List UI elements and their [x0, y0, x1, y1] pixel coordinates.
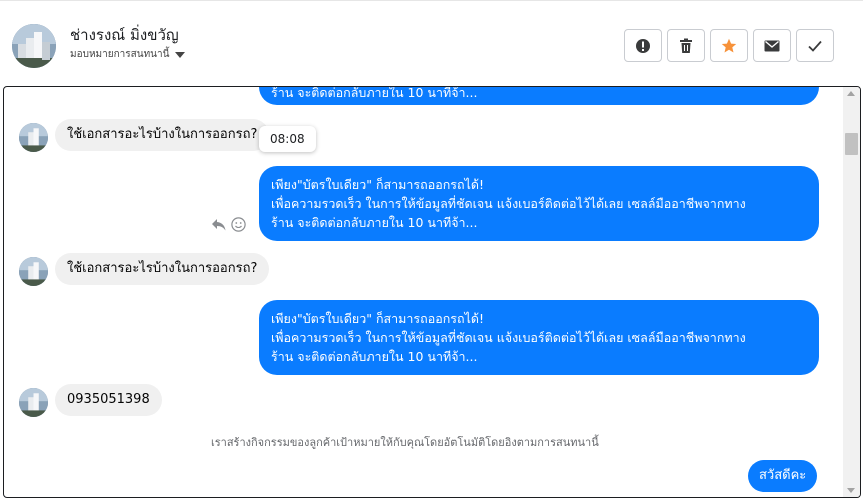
message-thread[interactable]: ร้าน จะติดต่อกลับภายใน 10 นาทีจ้า... ใช้… — [3, 86, 861, 498]
emoji-reaction-icon[interactable] — [231, 217, 246, 232]
inbox-conversation: ช่างรงณ์ มิ่งขวัญ มอบหมายการสนทนานี้ ร้า… — [0, 0, 867, 504]
mark-unread-button[interactable] — [753, 29, 791, 62]
contact-name: ช่างรงณ์ มิ่งขวัญ — [70, 26, 179, 44]
message-line: ร้าน จะติดต่อกลับภายใน 10 นาทีจ้า... — [271, 215, 478, 230]
message-line: ร้าน จะติดต่อกลับภายใน 10 นาทีจ้า... — [271, 86, 478, 100]
outgoing-message: เพียง"บัตรใบเดียว" ก็สามารถออกรถได้! เพื… — [259, 166, 819, 241]
mail-icon — [764, 40, 780, 51]
scroll-up-arrow-icon[interactable] — [847, 91, 855, 96]
message-line: เพื่อความรวดเร็ว ในการให้ข้อมูลที่ชัดเจน… — [271, 196, 746, 211]
contact-avatar-small — [19, 388, 48, 417]
scroll-thumb[interactable] — [845, 133, 858, 155]
outgoing-message: เพียง"บัตรใบเดียว" ก็สามารถออกรถได้! เพื… — [259, 300, 819, 375]
contact-avatar-small — [19, 123, 48, 152]
message-line: เพื่อความรวดเร็ว ในการให้ข้อมูลที่ชัดเจน… — [271, 330, 746, 345]
done-button[interactable] — [796, 29, 834, 62]
outgoing-message: สวัสดีคะ — [748, 460, 818, 492]
assign-conversation-dropdown[interactable]: มอบหมายการสนทนานี้ — [70, 47, 186, 62]
outgoing-message: ร้าน จะติดต่อกลับภายใน 10 นาทีจ้า... — [259, 86, 819, 105]
trash-icon — [680, 38, 692, 53]
check-icon — [808, 40, 822, 52]
message-line: ร้าน จะติดต่อกลับภายใน 10 นาทีจ้า... — [271, 349, 478, 364]
star-icon — [721, 38, 737, 52]
star-button[interactable] — [710, 29, 748, 62]
contact-avatar-small — [19, 257, 48, 286]
conversation-actions — [624, 29, 834, 62]
message-actions — [211, 217, 246, 232]
conversation-header: ช่างรงณ์ มิ่งขวัญ มอบหมายการสนทนานี้ — [0, 0, 863, 83]
delete-button[interactable] — [667, 29, 705, 62]
message-line: เพียง"บัตรใบเดียว" ก็สามารถออกรถได้! — [271, 177, 484, 192]
alert-icon — [636, 38, 650, 53]
assign-label: มอบหมายการสนทนานี้ — [70, 49, 170, 60]
contact-avatar[interactable] — [12, 24, 56, 68]
spam-button[interactable] — [624, 29, 662, 62]
message-line: เพียง"บัตรใบเดียว" ก็สามารถออกรถได้! — [271, 311, 484, 326]
incoming-message: ใช้เอกสารอะไรบ้างในการออกรถ? — [55, 253, 270, 285]
incoming-message: 0935051398 — [55, 384, 162, 416]
system-note: เราสร้างกิจกรรมของลูกค้าเป้าหมายให้กับคุ… — [211, 436, 599, 449]
scroll-down-arrow-icon[interactable] — [847, 488, 855, 493]
timestamp-tooltip: 08:08 — [259, 126, 316, 152]
caret-down-icon — [175, 51, 186, 58]
incoming-message: ใช้เอกสารอะไรบ้างในการออกรถ? — [55, 119, 270, 151]
reply-icon[interactable] — [211, 218, 226, 231]
scrollbar[interactable] — [843, 87, 860, 497]
